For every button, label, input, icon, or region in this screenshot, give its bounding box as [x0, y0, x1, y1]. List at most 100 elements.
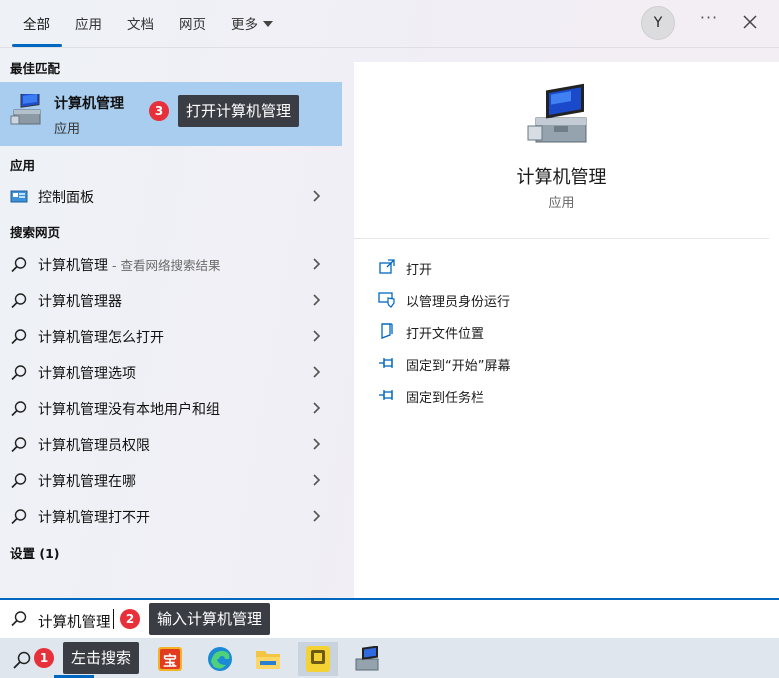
- web-result-label: 计算机管理打不开: [38, 507, 150, 527]
- search-icon: [11, 329, 27, 345]
- text-cursor: [113, 609, 114, 629]
- taskbar-app-treasure[interactable]: 宝: [150, 642, 190, 676]
- web-result-text: 计算机管理打不开: [38, 510, 150, 526]
- web-result-label: 计算机管理员权限: [38, 435, 150, 455]
- web-result-text: 计算机管理选项: [38, 366, 136, 382]
- account-avatar[interactable]: Y: [641, 6, 675, 40]
- action-run-as-admin[interactable]: 以管理员身份运行: [374, 287, 754, 313]
- edge-icon: [208, 647, 232, 671]
- web-result-item[interactable]: 计算机管理在哪: [0, 462, 342, 498]
- chevron-right-icon: [313, 438, 321, 450]
- web-result-label: 计算机管理没有本地用户和组: [38, 399, 220, 419]
- close-button[interactable]: [739, 10, 761, 34]
- step-badge-2: 2: [120, 609, 140, 629]
- search-icon: [11, 401, 27, 417]
- web-result-hint: - 查看网络搜索结果: [108, 258, 221, 273]
- web-result-label: 计算机管理在哪: [38, 471, 136, 491]
- pin-icon: [379, 390, 393, 400]
- list-item-control-panel[interactable]: 控制面板: [0, 178, 342, 214]
- web-result-item[interactable]: 计算机管理 - 查看网络搜索结果: [0, 246, 342, 282]
- action-label: 以管理员身份运行: [406, 295, 511, 310]
- step-callout-1: 左击搜索: [63, 642, 140, 674]
- action-label: 打开文件位置: [406, 327, 485, 342]
- best-match-title: 计算机管理: [54, 96, 124, 112]
- search-icon: [13, 651, 31, 669]
- detail-title: 计算机管理: [516, 167, 607, 188]
- active-tab-indicator: [12, 44, 62, 47]
- file-explorer-icon: [256, 651, 280, 669]
- action-label: 固定到任务栏: [406, 391, 485, 406]
- web-result-label: 计算机管理 - 查看网络搜索结果: [38, 255, 220, 275]
- chevron-right-icon: [313, 294, 321, 306]
- web-result-item[interactable]: 计算机管理选项: [0, 354, 342, 390]
- shield-icon: [378, 292, 395, 308]
- step-badge-1: 1: [34, 648, 54, 668]
- detail-subtitle: 应用: [548, 196, 575, 211]
- yellow-app-icon: [306, 646, 330, 672]
- divider: [354, 238, 769, 239]
- search-icon: [11, 473, 27, 489]
- web-result-label: 计算机管理怎么打开: [38, 327, 164, 347]
- more-options-button[interactable]: ···: [697, 8, 721, 36]
- search-icon: [11, 365, 27, 381]
- action-label: 固定到“开始”屏幕: [406, 359, 511, 374]
- action-pin-to-taskbar[interactable]: 固定到任务栏: [374, 383, 754, 409]
- web-result-item[interactable]: 计算机管理员权限: [0, 426, 342, 462]
- computer-management-icon: [355, 646, 379, 671]
- tab-apps[interactable]: 应用: [75, 13, 102, 33]
- pin-icon: [379, 358, 393, 368]
- search-input[interactable]: 计算机管理: [38, 611, 111, 632]
- taskbar-app-computer-management[interactable]: [346, 642, 386, 676]
- search-icon: [11, 509, 27, 525]
- tab-web[interactable]: 网页: [179, 13, 206, 33]
- chevron-right-icon: [313, 510, 321, 522]
- search-icon: [11, 257, 27, 273]
- file-location-icon: [381, 323, 393, 339]
- treasure-app-label: 宝: [163, 654, 177, 670]
- chevron-right-icon: [313, 366, 321, 378]
- search-icon: [11, 611, 27, 627]
- chevron-right-icon: [313, 258, 321, 270]
- computer-management-icon: [527, 83, 587, 143]
- section-best-match: 最佳匹配: [10, 61, 61, 76]
- close-icon: [743, 15, 757, 29]
- search-icon: [11, 437, 27, 453]
- web-result-text: 计算机管理没有本地用户和组: [38, 402, 220, 418]
- chevron-right-icon: [313, 190, 321, 202]
- web-result-item[interactable]: 计算机管理打不开: [0, 498, 342, 534]
- action-pin-to-start[interactable]: 固定到“开始”屏幕: [374, 351, 754, 377]
- section-web: 搜索网页: [10, 225, 61, 240]
- chevron-right-icon: [313, 474, 321, 486]
- open-icon: [379, 259, 395, 274]
- list-item-label: 控制面板: [38, 190, 94, 206]
- tab-documents[interactable]: 文档: [127, 13, 154, 33]
- action-label: 打开: [406, 263, 433, 278]
- chevron-right-icon: [313, 402, 321, 414]
- step-badge-3: 3: [149, 101, 169, 121]
- control-panel-icon: [10, 190, 28, 203]
- search-box[interactable]: 计算机管理: [0, 598, 779, 638]
- web-result-item[interactable]: 计算机管理怎么打开: [0, 318, 342, 354]
- search-scope-tabs: 全部 应用 文档 网页 更多 Y ···: [0, 0, 779, 48]
- action-open-file-location[interactable]: 打开文件位置: [374, 319, 754, 345]
- web-result-text: 计算机管理在哪: [38, 474, 136, 490]
- section-settings[interactable]: 设置 (1): [10, 543, 59, 562]
- section-apps: 应用: [10, 158, 36, 173]
- web-result-label: 计算机管理选项: [38, 363, 136, 383]
- taskbar-app-edge[interactable]: [200, 642, 240, 676]
- web-result-text: 计算机管理: [38, 258, 108, 274]
- step-callout-3: 打开计算机管理: [178, 95, 300, 127]
- tab-more-label: 更多: [231, 17, 258, 33]
- taskbar-app-yellow[interactable]: [298, 642, 338, 676]
- tab-more[interactable]: 更多: [231, 13, 273, 33]
- web-result-label: 计算机管理器: [38, 291, 122, 311]
- web-result-item[interactable]: 计算机管理没有本地用户和组: [0, 390, 342, 426]
- web-result-item[interactable]: 计算机管理器: [0, 282, 342, 318]
- action-open[interactable]: 打开: [374, 255, 754, 281]
- computer-management-icon: [10, 94, 41, 125]
- taskbar-app-file-explorer[interactable]: [248, 642, 288, 676]
- chevron-right-icon: [313, 330, 321, 342]
- chevron-down-icon: [263, 21, 273, 27]
- tab-all[interactable]: 全部: [23, 13, 50, 33]
- web-result-text: 计算机管理器: [38, 294, 122, 310]
